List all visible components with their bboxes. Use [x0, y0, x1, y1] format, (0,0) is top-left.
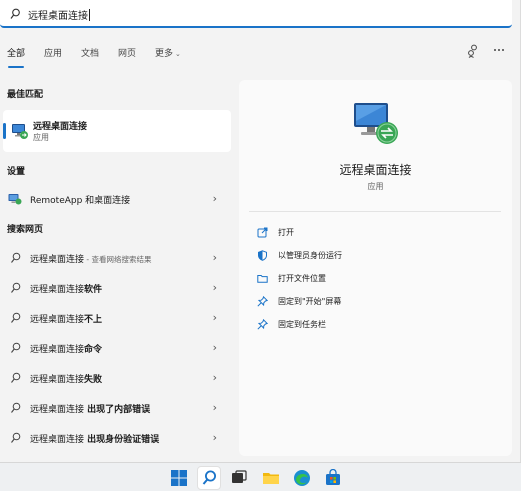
folder-icon: [257, 275, 268, 283]
chevron-right-icon: ›: [212, 311, 217, 324]
tab-apps[interactable]: 应用: [44, 46, 62, 62]
detail-subtitle: 应用: [367, 182, 384, 191]
start-search-panel: 远程桌面连接 全部 应用 文档 网页 更多 ⌄ 最佳匹配 远程桌面连接 应用 设置: [0, 0, 521, 462]
search-input[interactable]: 远程桌面连接: [0, 0, 512, 28]
web-result[interactable]: 远程桌面连接 出现了内部错误 ›: [3, 396, 231, 420]
chevron-right-icon: ›: [212, 251, 217, 264]
action-run-as-admin-label: 以管理员身份运行: [278, 251, 342, 260]
action-open[interactable]: 打开: [257, 225, 497, 241]
chevron-right-icon: ›: [212, 341, 217, 354]
web-result[interactable]: 远程桌面连接 出现身份验证错误 ›: [3, 426, 231, 450]
settings-heading: 设置: [7, 167, 26, 177]
best-match-item[interactable]: 远程桌面连接 应用: [3, 110, 231, 152]
search-icon: [11, 402, 21, 413]
selection-indicator: [3, 123, 6, 139]
tab-more[interactable]: 更多 ⌄: [155, 46, 181, 62]
more-options-icon[interactable]: [493, 48, 505, 52]
detail-title: 远程桌面连接: [339, 163, 412, 177]
chevron-right-icon: ›: [212, 401, 217, 414]
search-icon: [11, 312, 21, 323]
search-query-text: 远程桌面连接: [28, 9, 90, 22]
filter-tabs: 全部 应用 文档 网页 更多 ⌄: [0, 44, 521, 68]
search-icon: [10, 8, 20, 19]
search-icon: [11, 342, 21, 353]
web-result[interactable]: 远程桌面连接命令 ›: [3, 336, 231, 360]
action-pin-to-taskbar-label: 固定到任务栏: [278, 320, 326, 329]
chevron-right-icon: ›: [212, 281, 217, 294]
remoteapp-icon: [8, 194, 22, 205]
shield-icon: [258, 250, 267, 261]
search-icon: [202, 470, 216, 485]
settings-result-label: RemoteApp 和桌面连接: [30, 196, 131, 206]
tab-web[interactable]: 网页: [118, 46, 136, 62]
action-open-label: 打开: [278, 228, 294, 237]
web-result[interactable]: 远程桌面连接失败 ›: [3, 366, 231, 390]
action-pin-to-start-label: 固定到"开始"屏幕: [278, 297, 342, 306]
web-result-label: 远程桌面连接命令: [30, 345, 103, 355]
taskbar-search-button[interactable]: [197, 466, 221, 490]
search-icon: [11, 282, 21, 293]
chevron-down-icon: ⌄: [175, 50, 181, 58]
web-result-label: 远程桌面连接 出现了内部错误: [30, 405, 151, 415]
action-pin-to-taskbar[interactable]: 固定到任务栏: [257, 317, 497, 333]
app-detail-pane: 远程桌面连接 应用 打开 以管理员身份运行 打开文件位置 固定到"开始"屏幕 固…: [239, 80, 512, 456]
file-explorer-icon[interactable]: [262, 469, 280, 487]
web-result[interactable]: 远程桌面连接不上 ›: [3, 306, 231, 330]
action-run-as-admin[interactable]: 以管理员身份运行: [257, 248, 497, 264]
web-search-heading: 搜索网页: [7, 225, 44, 235]
taskbar: [0, 462, 521, 491]
open-icon: [257, 227, 268, 238]
web-result[interactable]: 远程桌面连接 - 查看网络搜索结果 ›: [3, 246, 231, 270]
web-result-label: 远程桌面连接 出现身份验证错误: [30, 435, 160, 445]
divider: [249, 211, 501, 212]
web-result-label: 远程桌面连接软件: [30, 285, 103, 295]
remote-desktop-icon: [12, 124, 28, 139]
action-open-file-location[interactable]: 打开文件位置: [257, 271, 497, 287]
start-icon[interactable]: [170, 469, 188, 487]
edge-icon[interactable]: [293, 469, 311, 487]
chevron-right-icon: ›: [212, 431, 217, 444]
action-pin-to-start[interactable]: 固定到"开始"屏幕: [257, 294, 497, 310]
task-view-icon[interactable]: [230, 469, 248, 487]
tab-all[interactable]: 全部: [7, 46, 25, 68]
action-open-file-location-label: 打开文件位置: [278, 274, 326, 283]
pin-icon: [257, 319, 268, 330]
chevron-right-icon: ›: [212, 192, 217, 205]
best-match-title: 远程桌面连接: [33, 122, 88, 132]
search-icon: [11, 432, 21, 443]
store-icon[interactable]: [324, 469, 342, 487]
search-icon: [11, 372, 21, 383]
web-result-label: 远程桌面连接失败: [30, 375, 103, 385]
remote-desktop-icon: [354, 103, 398, 144]
tab-documents[interactable]: 文档: [81, 46, 99, 62]
share-profile-icon[interactable]: [467, 44, 479, 58]
web-result-label: 远程桌面连接不上: [30, 315, 103, 325]
chevron-right-icon: ›: [212, 371, 217, 384]
search-icon: [11, 252, 21, 263]
settings-result-remoteapp[interactable]: RemoteApp 和桌面连接 ›: [3, 187, 231, 211]
web-result-label: 远程桌面连接 - 查看网络搜索结果: [30, 255, 152, 265]
best-match-heading: 最佳匹配: [7, 90, 44, 100]
best-match-subtitle: 应用: [33, 133, 49, 142]
pin-icon: [257, 296, 268, 307]
web-result[interactable]: 远程桌面连接软件 ›: [3, 276, 231, 300]
